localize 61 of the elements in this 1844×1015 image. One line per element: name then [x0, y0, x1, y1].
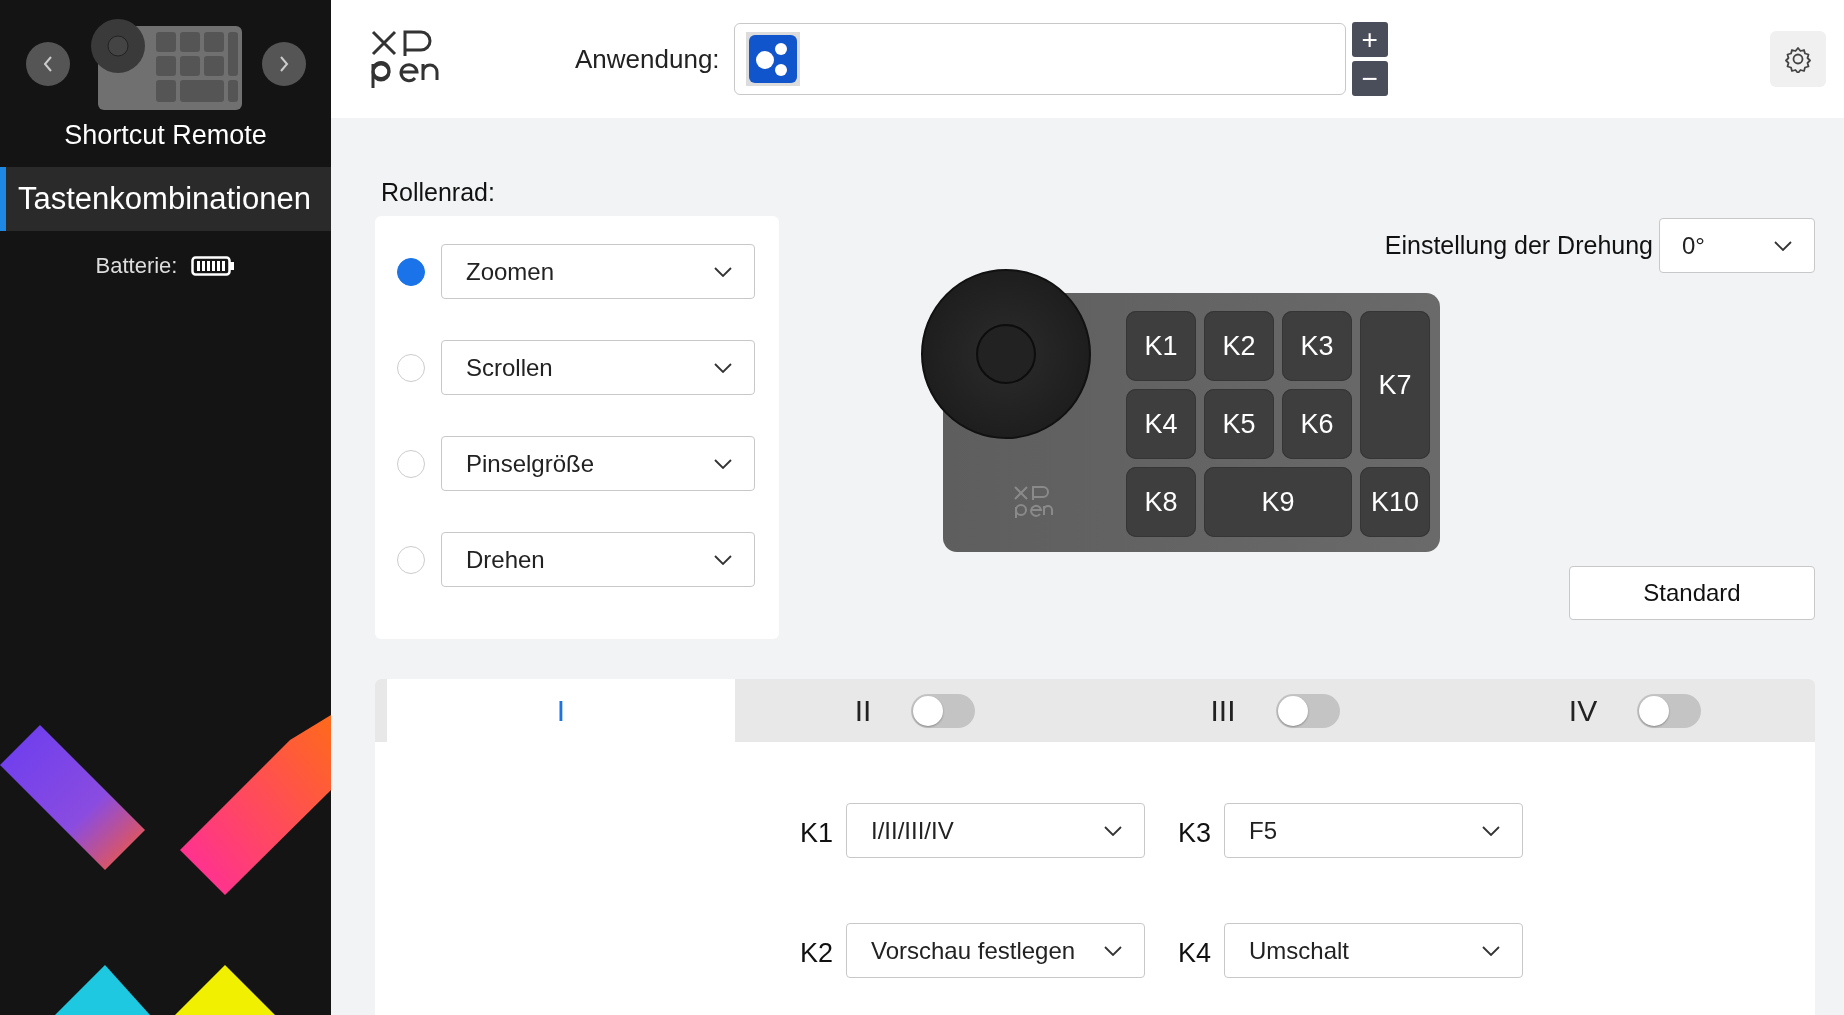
- key-label: K2: [800, 937, 835, 969]
- default-button[interactable]: Standard: [1569, 566, 1815, 620]
- add-button[interactable]: +: [1351, 22, 1388, 57]
- application-field[interactable]: [733, 23, 1346, 95]
- device-key[interactable]: K9: [1204, 467, 1352, 537]
- chevron-down-icon: [1482, 825, 1500, 836]
- battery-label: Batterie:: [95, 253, 178, 279]
- chevron-down-icon: [1482, 945, 1500, 956]
- tab[interactable]: II: [735, 679, 1095, 742]
- settings-button[interactable]: [1770, 31, 1826, 87]
- radio-button[interactable]: [397, 257, 425, 286]
- wheel-function-dropdown[interactable]: Zoomen: [441, 244, 755, 299]
- device-key[interactable]: K6: [1282, 389, 1352, 459]
- rotation-label: Einstellung der Drehung: [1384, 231, 1653, 260]
- remove-button[interactable]: −: [1351, 61, 1388, 96]
- device-key[interactable]: K5: [1204, 389, 1274, 459]
- chevron-down-icon: [714, 554, 732, 565]
- logo-icon: [1013, 485, 1053, 519]
- key-function-dropdown[interactable]: F5: [1224, 803, 1523, 858]
- application-icon: [744, 31, 801, 87]
- toggle-switch[interactable]: [911, 693, 976, 728]
- key-function-dropdown[interactable]: Vorschau festlegen: [846, 923, 1145, 978]
- radio-button[interactable]: [397, 449, 425, 478]
- chevron-down-icon: [714, 362, 732, 373]
- chevron-down-icon: [714, 266, 732, 277]
- tab[interactable]: III: [1095, 679, 1455, 742]
- device-name: Shortcut Remote: [64, 120, 267, 151]
- device-key[interactable]: K7: [1360, 311, 1430, 459]
- sidebar-item[interactable]: Tastenkombinationen: [0, 167, 331, 231]
- wheel-function-dropdown[interactable]: Pinselgröße: [441, 436, 755, 491]
- device-key[interactable]: K2: [1204, 311, 1274, 381]
- application-label: Anwendung:: [575, 43, 720, 75]
- battery-icon: [191, 256, 236, 276]
- wheel-function-dropdown[interactable]: Drehen: [441, 532, 755, 587]
- chevron-down-icon: [1104, 945, 1122, 956]
- logo-icon: [369, 28, 439, 90]
- device-key[interactable]: K1: [1126, 311, 1196, 381]
- chevron-down-icon: [1774, 240, 1792, 251]
- next-button[interactable]: [261, 42, 306, 86]
- key-function-dropdown[interactable]: Umschalt: [1224, 923, 1523, 978]
- wheel-function-dropdown[interactable]: Scrollen: [441, 340, 755, 395]
- tab[interactable]: I: [387, 679, 735, 742]
- key-function-dropdown[interactable]: I/II/III/IV: [846, 803, 1145, 858]
- tab[interactable]: IV: [1455, 679, 1815, 742]
- settings-icon: [1784, 45, 1812, 73]
- toggle-switch[interactable]: [1637, 693, 1702, 728]
- device-key[interactable]: K10: [1360, 467, 1430, 537]
- toggle-switch[interactable]: [1275, 693, 1340, 728]
- device-key[interactable]: K8: [1126, 467, 1196, 537]
- radio-button[interactable]: [397, 545, 425, 574]
- key-label: K1: [800, 817, 835, 849]
- previous-button[interactable]: [25, 42, 70, 86]
- key-label: K3: [1178, 817, 1213, 849]
- chevron-down-icon: [714, 458, 732, 469]
- rotation-dropdown[interactable]: 0°: [1659, 218, 1815, 273]
- chevron-down-icon: [1104, 825, 1122, 836]
- device-key[interactable]: K3: [1282, 311, 1352, 381]
- device-key[interactable]: K4: [1126, 389, 1196, 459]
- key-label: K4: [1178, 937, 1213, 969]
- wheel-title: Rollenrad:: [381, 178, 496, 208]
- radio-button[interactable]: [397, 353, 425, 382]
